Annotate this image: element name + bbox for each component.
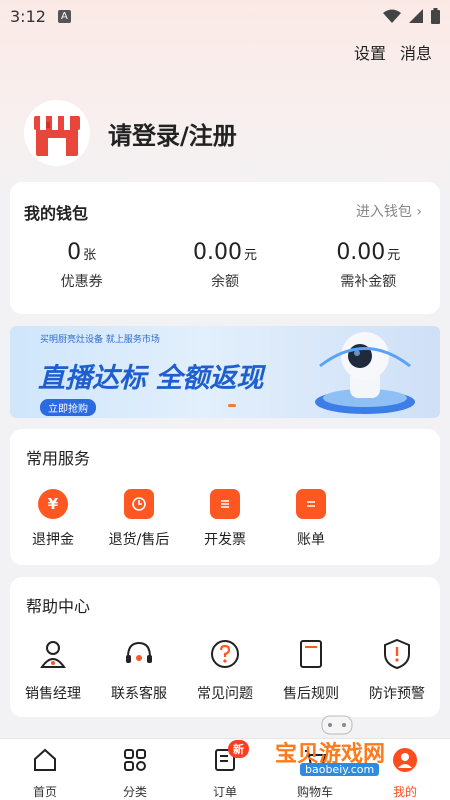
- tab-label: 我的: [392, 785, 417, 799]
- tab-label: 订单: [212, 785, 237, 799]
- due-value: 0.00: [336, 240, 386, 265]
- tab-home[interactable]: 首页: [0, 739, 90, 800]
- headset-icon: [126, 641, 152, 663]
- services-title: 常用服务: [26, 449, 91, 468]
- invoice-icon: [210, 489, 240, 519]
- wallet-balance[interactable]: 0.00 元 余额: [153, 240, 296, 291]
- help-fraud-warning[interactable]: 防诈预警: [354, 637, 440, 703]
- help-label: 联系客服: [111, 686, 167, 702]
- wifi-icon: [383, 9, 401, 23]
- signal-icon: [409, 9, 423, 23]
- return-icon: [124, 489, 154, 519]
- common-services-card: 常用服务 ¥ 退押金 退货/售后 开发票 账单: [10, 429, 440, 565]
- settings-link[interactable]: 设置: [354, 40, 386, 64]
- notification-icon: A: [57, 9, 71, 23]
- service-bill[interactable]: 账单: [268, 489, 354, 549]
- help-label: 销售经理: [25, 686, 81, 702]
- wallet-card: 我的钱包 进入钱包 › 0张 优惠券 0.00 元 余额 0.00 元 需补金额: [10, 182, 440, 314]
- help-title: 帮助中心: [26, 597, 91, 616]
- service-label: 开发票: [204, 532, 246, 548]
- help-sales-manager[interactable]: 销售经理: [10, 637, 96, 703]
- wallet-title: 我的钱包: [24, 204, 89, 223]
- help-aftersale-rules[interactable]: 售后规则: [268, 637, 354, 703]
- tab-label: 分类: [122, 785, 147, 799]
- question-icon: [211, 640, 239, 668]
- status-time: 3:12: [10, 6, 46, 26]
- tab-label: 购物车: [296, 785, 333, 799]
- help-label: 防诈预警: [369, 686, 425, 702]
- avatar[interactable]: [24, 100, 90, 166]
- messages-link[interactable]: 消息: [400, 40, 432, 64]
- login-register-link[interactable]: 请登录/注册: [108, 116, 237, 151]
- help-label: 售后规则: [283, 686, 339, 702]
- wallet-due[interactable]: 0.00 元 需补金额: [297, 240, 440, 291]
- balance-label: 余额: [210, 274, 239, 290]
- document-icon: [300, 640, 322, 668]
- home-icon: [34, 748, 56, 771]
- service-invoice[interactable]: 开发票: [182, 489, 268, 549]
- promo-banner[interactable]: 买明厨亮灶设备 就上服务市场 直播达标 全额返现 立即抢购: [10, 326, 440, 418]
- service-refund-deposit[interactable]: ¥ 退押金: [10, 489, 96, 549]
- banner-small-text: 买明厨亮灶设备 就上服务市场: [40, 335, 160, 345]
- banner-buy-button[interactable]: 立即抢购: [40, 399, 96, 416]
- help-faq[interactable]: 常见问题: [182, 637, 268, 703]
- service-return-aftersale[interactable]: 退货/售后: [96, 489, 182, 549]
- help-contact-support[interactable]: 联系客服: [96, 637, 182, 703]
- battery-icon: [431, 8, 440, 24]
- due-unit: 元: [387, 248, 401, 263]
- coupon-label: 优惠券: [60, 274, 103, 290]
- warning-shield-icon: [384, 638, 410, 670]
- profile-section[interactable]: 请登录/注册: [24, 100, 237, 166]
- tab-orders[interactable]: 订单: [180, 739, 270, 800]
- coupon-unit: 张: [83, 248, 97, 263]
- coupon-count: 0: [67, 240, 82, 265]
- tab-category[interactable]: 分类: [90, 739, 180, 800]
- header-links: 设置 消息: [354, 40, 432, 64]
- person-icon: [40, 641, 66, 668]
- watermark-url: baobeiy.com: [300, 763, 380, 776]
- service-label: 退押金: [32, 532, 74, 548]
- shop-icon: [34, 116, 80, 156]
- service-label: 退货/售后: [108, 532, 170, 548]
- order-new-badge: 新: [228, 740, 249, 758]
- category-icon: [124, 749, 146, 771]
- help-center-card: 帮助中心 销售经理 联系客服 常见问题 售后规则 防诈预警: [10, 577, 440, 717]
- bill-icon: [296, 489, 326, 519]
- service-label: 账单: [297, 532, 325, 548]
- status-bar: 3:12 A: [0, 0, 450, 32]
- camera-icon: [315, 332, 415, 414]
- wallet-coupons[interactable]: 0张 优惠券: [10, 240, 153, 291]
- help-label: 常见问题: [197, 686, 253, 702]
- yen-icon: ¥: [38, 489, 68, 519]
- balance-value: 0.00: [192, 240, 242, 265]
- tab-label: 首页: [32, 785, 57, 799]
- banner-headline: 直播达标 全额返现: [38, 363, 264, 394]
- due-label: 需补金额: [340, 274, 397, 290]
- balance-unit: 元: [243, 248, 257, 263]
- banner-page-indicator: [228, 404, 236, 407]
- enter-wallet-link[interactable]: 进入钱包 ›: [356, 201, 422, 221]
